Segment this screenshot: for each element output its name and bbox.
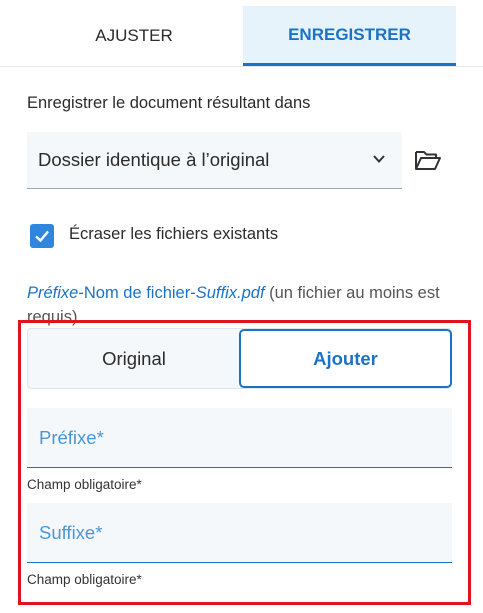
highlight-box bbox=[18, 320, 471, 605]
save-location-select[interactable]: Dossier identique à l’original bbox=[27, 132, 402, 189]
overwrite-label[interactable]: Écraser les fichiers existants bbox=[69, 225, 278, 244]
tab-adjust[interactable]: AJUSTER bbox=[24, 6, 244, 66]
pattern-prefix: Préfixe bbox=[27, 284, 79, 302]
chevron-down-icon bbox=[373, 155, 385, 163]
checkmark-icon bbox=[35, 230, 49, 243]
save-location-value: Dossier identique à l’original bbox=[38, 149, 270, 170]
tab-bar: AJUSTER ENREGISTRER bbox=[0, 0, 483, 67]
tab-save[interactable]: ENREGISTRER bbox=[243, 6, 456, 66]
folder-open-icon[interactable] bbox=[414, 148, 442, 172]
save-options-panel: AJUSTER ENREGISTRER Enregistrer le docum… bbox=[0, 0, 483, 613]
overwrite-checkbox[interactable] bbox=[30, 224, 54, 248]
pattern-suffix: Suffix.pdf bbox=[195, 284, 265, 302]
pattern-middle: Nom de fichier bbox=[83, 284, 191, 302]
save-location-label: Enregistrer le document résultant dans bbox=[27, 94, 311, 112]
